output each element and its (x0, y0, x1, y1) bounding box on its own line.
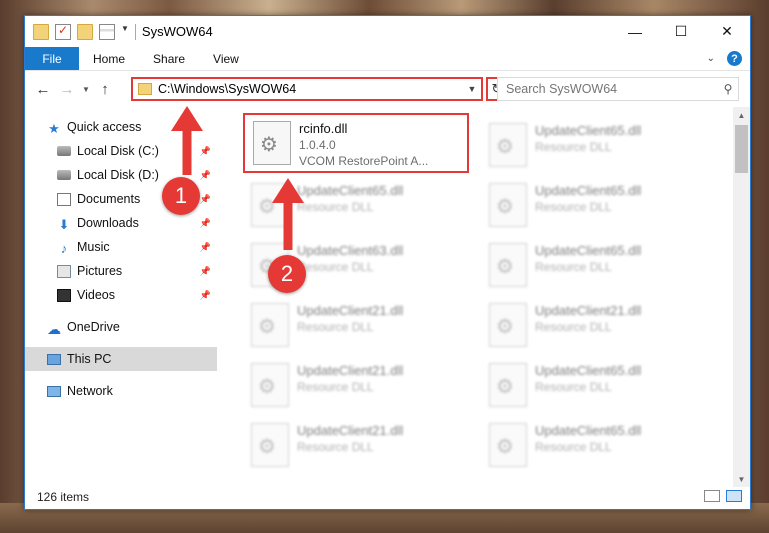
arrow-step-1 (171, 106, 203, 175)
step-2-badge: 2 (268, 255, 306, 293)
step-1-badge: 1 (162, 177, 200, 215)
arrow-step-2 (272, 178, 304, 250)
annotation-arrows (171, 106, 304, 250)
